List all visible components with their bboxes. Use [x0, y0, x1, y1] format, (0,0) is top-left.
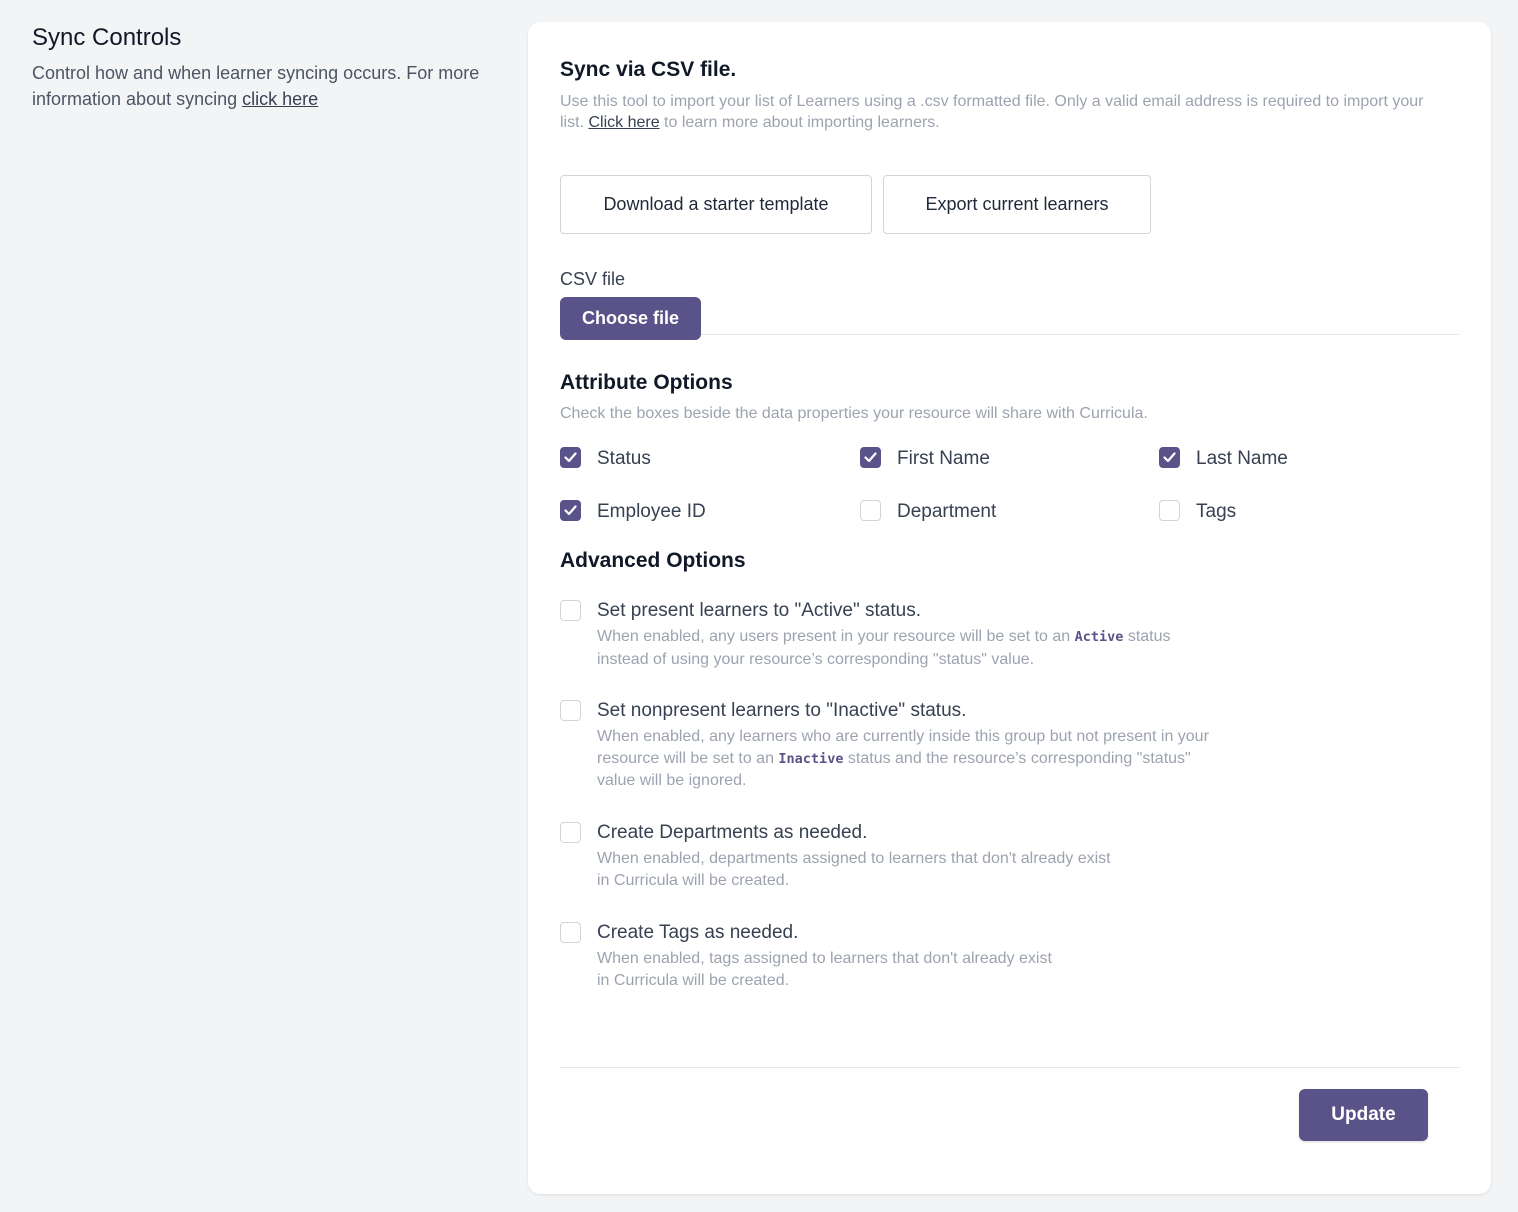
download-template-button[interactable]: Download a starter template	[560, 175, 872, 234]
create-tags-label: Create Tags as needed.	[597, 922, 799, 943]
status-checkbox[interactable]	[560, 447, 581, 468]
tags-label: Tags	[1196, 501, 1237, 522]
active-status-checkbox[interactable]	[560, 600, 581, 621]
page-description: Control how and when learner syncing occ…	[32, 60, 492, 112]
checkmark-icon	[1163, 452, 1176, 463]
last-name-label: Last Name	[1196, 448, 1288, 469]
page-title: Sync Controls	[32, 24, 182, 51]
department-checkbox[interactable]	[860, 500, 881, 521]
checkmark-icon	[564, 505, 577, 516]
inactive-status-checkbox[interactable]	[560, 700, 581, 721]
csv-section-description: Use this tool to import your list of Lea…	[560, 91, 1450, 133]
help-code: Inactive	[778, 750, 844, 767]
first-name-label: First Name	[897, 448, 990, 469]
help-text: When enabled, departments assigned to le…	[597, 850, 1111, 889]
csv-file-label: CSV file	[560, 269, 626, 289]
inactive-status-help: When enabled, any learners who are curre…	[597, 726, 1232, 792]
employee-id-label: Employee ID	[597, 501, 706, 522]
tags-checkbox[interactable]	[1159, 500, 1180, 521]
help-code: Active	[1074, 629, 1124, 645]
department-label: Department	[897, 501, 997, 522]
sync-controls-header: Sync Controls Control how and when learn…	[32, 24, 492, 112]
help-text: When enabled, any users present in your …	[597, 628, 1075, 645]
import-help-link[interactable]: Click here	[588, 114, 659, 131]
csv-description-text-2: to learn more about importing learners.	[659, 114, 940, 131]
file-input-underline	[701, 334, 1459, 335]
syncing-info-link[interactable]: click here	[242, 89, 318, 109]
create-departments-checkbox[interactable]	[560, 822, 581, 843]
create-tags-help: When enabled, tags assigned to learners …	[597, 948, 1052, 991]
first-name-checkbox[interactable]	[860, 447, 881, 468]
update-button[interactable]: Update	[1299, 1089, 1428, 1141]
export-learners-button[interactable]: Export current learners	[883, 175, 1151, 234]
sync-settings-card: Sync via CSV file. Use this tool to impo…	[528, 22, 1491, 1194]
footer-divider	[560, 1067, 1459, 1068]
checkmark-icon	[564, 452, 577, 463]
help-text: When enabled, tags assigned to learners …	[597, 950, 1052, 989]
active-status-help: When enabled, any users present in your …	[597, 626, 1217, 670]
employee-id-checkbox[interactable]	[560, 500, 581, 521]
attribute-options-description: Check the boxes beside the data properti…	[560, 405, 1148, 422]
create-departments-help: When enabled, departments assigned to le…	[597, 848, 1117, 891]
create-departments-label: Create Departments as needed.	[597, 822, 868, 843]
checkmark-icon	[864, 452, 877, 463]
create-tags-checkbox[interactable]	[560, 922, 581, 943]
advanced-options-title: Advanced Options	[560, 549, 746, 572]
attribute-options-title: Attribute Options	[560, 371, 733, 394]
active-status-label: Set present learners to "Active" status.	[597, 600, 921, 621]
csv-section-title: Sync via CSV file.	[560, 58, 737, 81]
choose-file-button[interactable]: Choose file	[560, 297, 701, 340]
status-label: Status	[597, 448, 651, 469]
last-name-checkbox[interactable]	[1159, 447, 1180, 468]
inactive-status-label: Set nonpresent learners to "Inactive" st…	[597, 700, 967, 721]
